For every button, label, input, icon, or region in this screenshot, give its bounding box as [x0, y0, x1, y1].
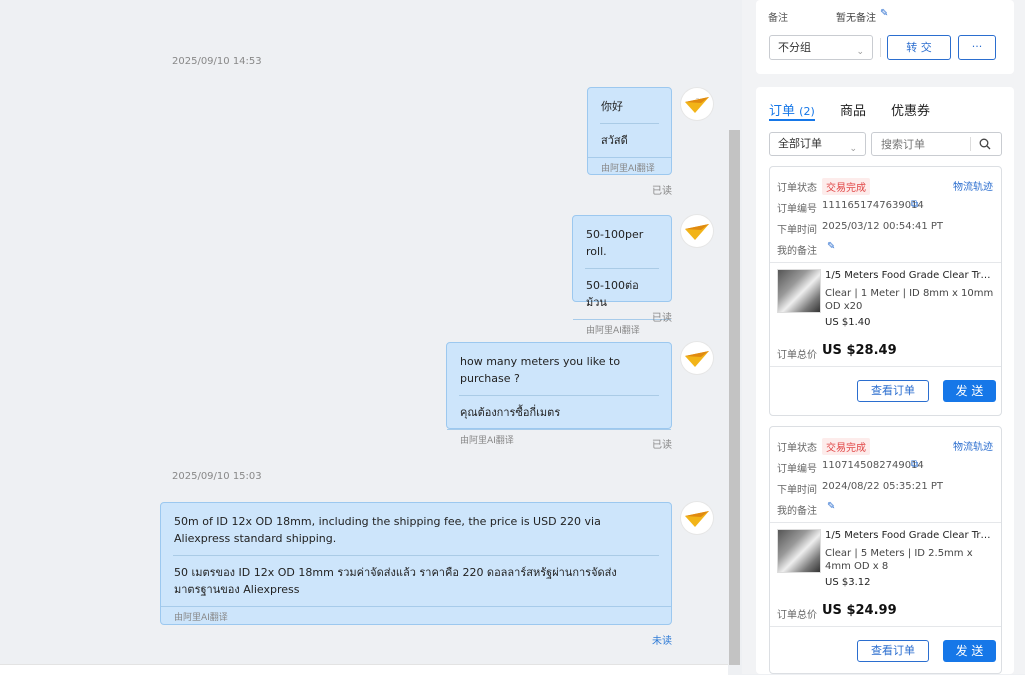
order-number-label: 订单编号	[777, 204, 817, 215]
order-filter-select[interactable]: 全部订单 ⌄	[769, 132, 866, 156]
order-time-label: 下单时间	[777, 225, 817, 236]
timestamp: 2025/09/10 15:03	[172, 471, 262, 482]
note-value: 暂无备注	[836, 13, 876, 24]
edit-icon[interactable]: ✎	[827, 241, 835, 252]
view-order-button[interactable]: 查看订单	[857, 380, 929, 402]
order-number: 1107145082749014	[822, 460, 924, 471]
message-bubble[interactable]: how many meters you like to purchase ? ค…	[446, 342, 672, 446]
avatar-logo-icon	[685, 511, 709, 527]
tab-underline	[769, 119, 815, 121]
my-note-label: 我的备注	[777, 246, 817, 257]
order-total: US $24.99	[822, 603, 897, 618]
product-thumbnail[interactable]	[777, 269, 821, 313]
read-status: 已读	[652, 440, 672, 451]
avatar[interactable]	[681, 342, 713, 374]
chevron-down-icon: ⌄	[849, 144, 857, 154]
read-status: 已读	[652, 313, 672, 324]
search-icon[interactable]	[979, 138, 991, 150]
translation-credit: 由阿里AI翻译	[161, 606, 671, 626]
send-order-button[interactable]: 发 送	[943, 640, 996, 662]
message-original: how many meters you like to purchase ?	[460, 355, 621, 385]
avatar-logo-icon	[685, 351, 709, 367]
input-area-edge	[0, 664, 728, 675]
edit-icon[interactable]: ✎	[827, 501, 835, 512]
chat-scrollbar-thumb[interactable]	[729, 130, 740, 665]
read-status: 已读	[652, 186, 672, 197]
transfer-button[interactable]: 转 交	[887, 35, 951, 60]
product-price: US $1.40	[825, 317, 871, 328]
orders-card: 订单 (2) 商品 优惠券 全部订单 ⌄ 订单状态 交易完成 物流轨迹 订单编号…	[756, 87, 1014, 674]
order-card: 订单状态 交易完成 物流轨迹 订单编号 1107145082749014 ⧉ 下…	[769, 426, 1002, 674]
tab-products[interactable]: 商品	[840, 100, 866, 119]
logistics-link[interactable]: 物流轨迹	[953, 178, 993, 193]
divider	[880, 38, 881, 57]
order-status-label: 订单状态	[777, 443, 817, 454]
product-spec: Clear | 1 Meter | ID 8mm x 10mm OD x20	[825, 288, 994, 312]
order-time: 2024/08/22 05:35:21 PT	[822, 481, 944, 492]
group-select-value: 不分组	[778, 41, 811, 54]
product-price: US $3.12	[825, 577, 871, 588]
message-original: 你好	[601, 100, 623, 113]
svg-text:—: —	[696, 96, 699, 100]
group-select[interactable]: 不分组 ⌄	[769, 35, 873, 60]
order-time: 2025/03/12 00:54:41 PT	[822, 221, 944, 232]
copy-icon[interactable]: ⧉	[911, 199, 918, 210]
status-badge: 交易完成	[822, 438, 870, 455]
avatar-logo-icon: —	[685, 96, 709, 113]
message-bubble[interactable]: 50m of ID 12x OD 18mm, including the shi…	[160, 502, 672, 625]
status-badge: 交易完成	[822, 178, 870, 195]
order-search-input[interactable]	[872, 133, 970, 155]
divider	[770, 522, 1001, 523]
message-bubble[interactable]: 50-100per roll. 50-100ต่อม้วน 由阿里AI翻译	[572, 215, 672, 336]
send-order-button[interactable]: 发 送	[943, 380, 996, 402]
message-translation: คุณต้องการซื้อกี่เมตร	[460, 406, 561, 419]
order-number-label: 订单编号	[777, 464, 817, 475]
tab-orders-count: (2)	[799, 105, 815, 118]
order-search-box	[871, 132, 1002, 156]
order-filter-value: 全部订单	[778, 137, 822, 150]
timestamp: 2025/09/10 14:53	[172, 56, 262, 67]
order-total: US $28.49	[822, 343, 897, 358]
divider	[770, 262, 1001, 263]
tab-orders[interactable]: 订单 (2)	[769, 100, 815, 119]
more-button[interactable]: ···	[958, 35, 996, 60]
chat-area: 2025/09/10 14:53 你好 สวัสดี 由阿里AI翻译 已读 — …	[0, 0, 728, 664]
message-original: 50m of ID 12x OD 18mm, including the shi…	[174, 515, 601, 545]
order-total-label: 订单总价	[777, 350, 817, 361]
copy-icon[interactable]: ⧉	[911, 459, 918, 470]
translation-credit: 由阿里AI翻译	[447, 429, 671, 449]
avatar-logo-icon	[685, 224, 709, 240]
logistics-link[interactable]: 物流轨迹	[953, 438, 993, 453]
product-spec: Clear | 5 Meters | ID 2.5mm x 4mm OD x 8	[825, 548, 973, 572]
order-status-label: 订单状态	[777, 183, 817, 194]
customer-info-card: 备注 暂无备注 ✎ 不分组 ⌄ 转 交 ···	[756, 0, 1014, 74]
product-name[interactable]: 1/5 Meters Food Grade Clear Transpar...	[825, 530, 995, 541]
product-thumbnail[interactable]	[777, 529, 821, 573]
customer-panel: 备注 暂无备注 ✎ 不分组 ⌄ 转 交 ··· 订单 (2) 商品 优惠券 全部…	[742, 0, 1025, 674]
message-translation: สวัสดี	[601, 134, 628, 147]
message-translation: 50 เมตรของ ID 12x OD 18mm รวมค่าจัดส่งแล…	[174, 566, 617, 596]
tab-coupons[interactable]: 优惠券	[891, 100, 930, 119]
message-bubble[interactable]: 你好 สวัสดี 由阿里AI翻译	[587, 87, 672, 175]
avatar[interactable]	[681, 502, 713, 534]
unread-status: 未读	[652, 636, 672, 647]
avatar[interactable]: —	[681, 88, 713, 120]
order-number: 1111651747639014	[822, 200, 924, 211]
divider	[770, 366, 1001, 367]
note-label: 备注	[768, 13, 788, 24]
divider	[970, 137, 971, 151]
order-time-label: 下单时间	[777, 485, 817, 496]
avatar[interactable]	[681, 215, 713, 247]
my-note-label: 我的备注	[777, 506, 817, 517]
message-original: 50-100per roll.	[586, 228, 644, 258]
chevron-down-icon: ⌄	[856, 47, 864, 57]
edit-icon[interactable]: ✎	[880, 8, 888, 19]
translation-credit: 由阿里AI翻译	[588, 157, 671, 177]
order-card: 订单状态 交易完成 物流轨迹 订单编号 1111651747639014 ⧉ 下…	[769, 166, 1002, 416]
tab-orders-label: 订单	[769, 104, 796, 119]
product-name[interactable]: 1/5 Meters Food Grade Clear Transpar...	[825, 270, 995, 281]
view-order-button[interactable]: 查看订单	[857, 640, 929, 662]
divider	[770, 626, 1001, 627]
order-total-label: 订单总价	[777, 610, 817, 621]
